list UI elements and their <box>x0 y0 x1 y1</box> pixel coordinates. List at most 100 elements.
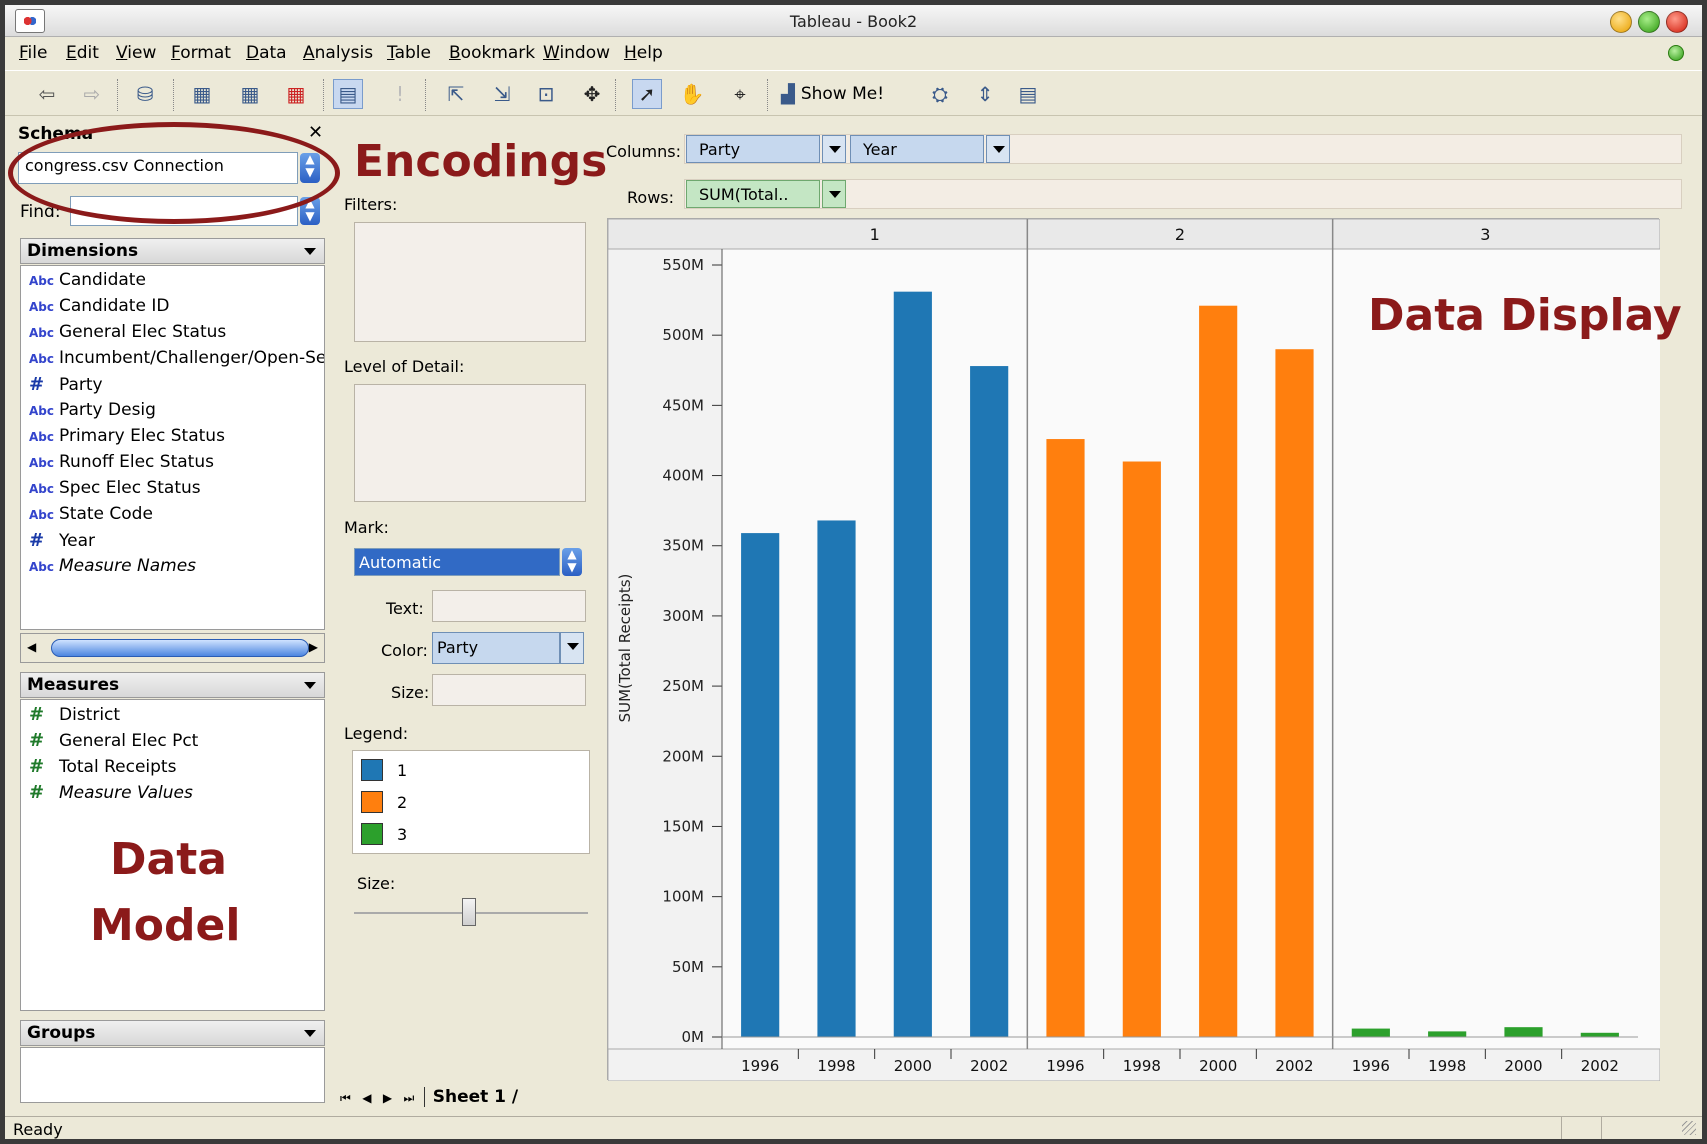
dimensions-field[interactable]: Abc Runoff Elec Status <box>29 452 214 476</box>
menu-format[interactable]: Format <box>171 43 231 63</box>
x-tick-label: 1996 <box>1352 1057 1390 1075</box>
dimensions-field[interactable]: Abc Measure Names <box>29 556 196 580</box>
mark-type-spinner[interactable]: ▲ ▼ <box>562 548 582 576</box>
next-sheet-icon[interactable]: ▶ <box>383 1091 392 1105</box>
run-update-icon[interactable]: ! <box>385 79 415 109</box>
menu-analysis[interactable]: Analysis <box>303 43 373 63</box>
scroll-left-icon[interactable]: ◀ <box>27 640 36 654</box>
back-icon[interactable]: ⇦ <box>32 79 62 109</box>
chevron-down-icon[interactable] <box>304 1030 316 1037</box>
filters-shelf[interactable] <box>354 222 586 342</box>
duplicate-sheet-icon[interactable]: ▦ <box>235 79 265 109</box>
sheet-tab[interactable]: Sheet 1 / <box>423 1087 527 1107</box>
mark-type-select[interactable]: Automatic <box>354 548 560 576</box>
dimensions-field[interactable]: Abc Party Desig <box>29 400 156 424</box>
number-type-icon: # <box>29 730 45 751</box>
bar-party2-1998 <box>1122 461 1161 1037</box>
color-pill-label: Party <box>437 638 479 657</box>
color-pill-dropdown[interactable] <box>560 632 584 664</box>
presentation-icon[interactable]: ▤ <box>1013 79 1043 109</box>
dimensions-field[interactable]: Abc Candidate <box>29 270 146 294</box>
dimensions-field[interactable]: Abc State Code <box>29 504 153 528</box>
close-schema-icon[interactable]: ✕ <box>308 122 323 143</box>
toolbar-separator <box>615 79 617 111</box>
columns-pill-year[interactable]: Year <box>850 135 984 163</box>
chevron-down-icon[interactable] <box>304 682 316 689</box>
toolbar-separator <box>767 79 769 111</box>
legend-swatch-2[interactable] <box>361 791 383 813</box>
resize-grip-icon[interactable] <box>1682 1121 1696 1135</box>
dimensions-field-label: Party <box>59 375 103 395</box>
swap-icon[interactable]: ⇱ <box>441 79 471 109</box>
fit-icon[interactable]: ⇕ <box>970 79 1000 109</box>
rows-pill-dropdown[interactable] <box>822 180 846 208</box>
dimensions-field[interactable]: Abc General Elec Status <box>29 322 226 346</box>
scroll-thumb[interactable] <box>51 639 309 657</box>
prev-sheet-icon[interactable]: ◀ <box>362 1091 371 1105</box>
last-sheet-icon[interactable]: ⏭ <box>404 1091 415 1105</box>
forward-icon[interactable]: ⇨ <box>77 79 107 109</box>
measures-field-label: Total Receipts <box>59 757 177 777</box>
dimensions-scrollbar[interactable]: ◀ ▶ <box>20 633 325 663</box>
format-icon[interactable]: ⛭ <box>925 79 955 109</box>
move-icon[interactable]: ✥ <box>577 79 607 109</box>
panel-header-label: 3 <box>1480 225 1490 244</box>
columns-pill-year-dropdown[interactable] <box>986 135 1010 163</box>
columns-pill-party[interactable]: Party <box>686 135 820 163</box>
menu-help[interactable]: Help <box>624 43 663 63</box>
size-slider-thumb[interactable] <box>462 898 476 926</box>
clear-sheet-icon[interactable]: ▦ <box>281 79 311 109</box>
close-button[interactable] <box>1666 11 1688 33</box>
pan-icon[interactable]: ✋ <box>677 79 707 109</box>
sort-icon[interactable]: ⇲ <box>487 79 517 109</box>
dimensions-field[interactable]: # Party <box>29 374 103 398</box>
connect-data-icon[interactable]: ⛁ <box>130 79 160 109</box>
menu-view[interactable]: View <box>116 43 156 63</box>
measures-field[interactable]: # Measure Values <box>29 782 193 806</box>
level-of-detail-label: Level of Detail: <box>344 357 465 376</box>
menu-file[interactable]: File <box>19 43 47 63</box>
level-of-detail-shelf[interactable] <box>354 384 586 502</box>
dimensions-field[interactable]: # Year <box>29 530 95 554</box>
legend-swatch-1[interactable] <box>361 759 383 781</box>
select-target-icon[interactable]: ⌖ <box>725 79 755 109</box>
measures-field[interactable]: # Total Receipts <box>29 756 176 780</box>
menu-table[interactable]: Table <box>387 43 431 63</box>
show-me-button[interactable]: ▟ Show Me! <box>781 79 884 109</box>
menu-window[interactable]: Window <box>543 43 610 63</box>
legend-swatch-3[interactable] <box>361 823 383 845</box>
measures-header[interactable]: Measures <box>20 672 325 698</box>
pointer-icon[interactable]: ➚ <box>632 79 662 109</box>
string-type-icon: Abc <box>29 482 54 496</box>
dimensions-header[interactable]: Dimensions <box>20 238 325 264</box>
menu-edit[interactable]: Edit <box>66 43 99 63</box>
scroll-right-icon[interactable]: ▶ <box>309 640 318 654</box>
menu-bar: File Edit View Format Data Analysis Tabl… <box>5 38 1702 68</box>
dimensions-field[interactable]: Abc Spec Elec Status <box>29 478 201 502</box>
zoom-icon[interactable]: ⊡ <box>531 79 561 109</box>
new-worksheet-icon[interactable]: ▦ <box>187 79 217 109</box>
chevron-down-icon[interactable] <box>304 248 316 255</box>
dimensions-field[interactable]: Abc Incumbent/Challenger/Open-Seat <box>29 348 324 372</box>
annotation-data-model-line1: Data <box>110 834 227 885</box>
measures-field[interactable]: # General Elec Pct <box>29 730 198 754</box>
text-shelf[interactable] <box>432 590 586 622</box>
x-tick-label: 2000 <box>1504 1057 1542 1075</box>
auto-update-icon[interactable]: ▤ <box>333 79 363 109</box>
dimensions-field[interactable]: Abc Candidate ID <box>29 296 169 320</box>
menu-bookmark[interactable]: Bookmark <box>449 43 535 63</box>
groups-header[interactable]: Groups <box>20 1020 325 1046</box>
panel-header-row <box>607 218 1661 250</box>
size-shelf[interactable] <box>432 674 586 706</box>
columns-pill-party-dropdown[interactable] <box>822 135 846 163</box>
y-tick-label: 550M <box>662 256 704 274</box>
minimize-button[interactable] <box>1610 11 1632 33</box>
dimensions-field[interactable]: Abc Primary Elec Status <box>29 426 225 450</box>
number-type-icon: # <box>29 374 45 395</box>
rows-pill-sum-total[interactable]: SUM(Total.. <box>686 180 820 208</box>
first-sheet-icon[interactable]: ⏮ <box>340 1091 351 1105</box>
measures-field[interactable]: # District <box>29 704 120 728</box>
maximize-button[interactable] <box>1638 11 1660 33</box>
color-pill[interactable]: Party <box>432 632 560 664</box>
menu-data[interactable]: Data <box>246 43 287 63</box>
